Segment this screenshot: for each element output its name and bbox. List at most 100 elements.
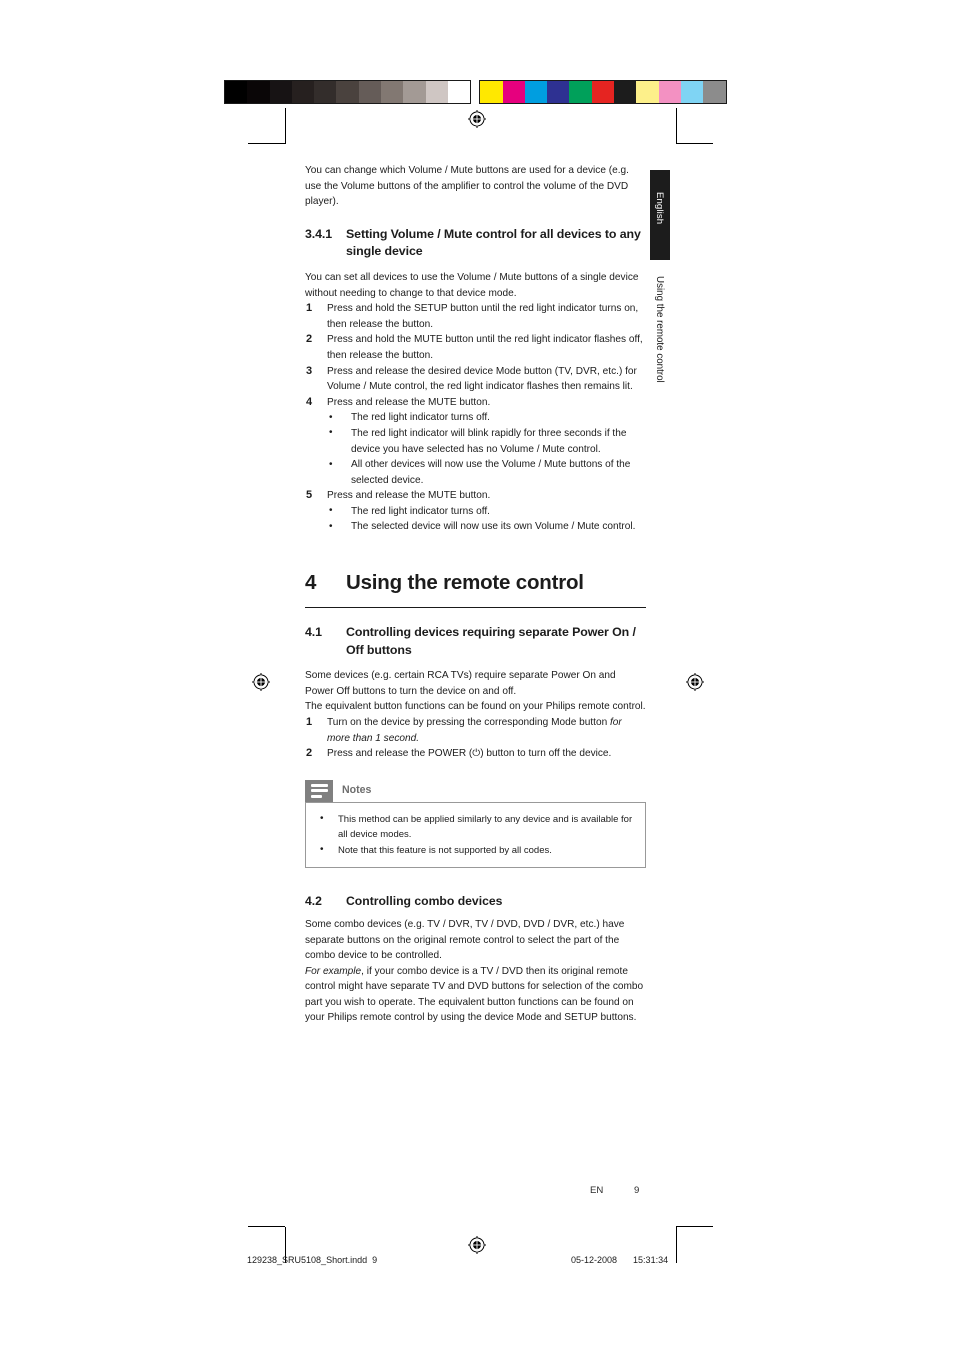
bullet-text: The red light indicator will blink rapid… bbox=[351, 427, 627, 455]
crop-mark-bottom-right-horizontal bbox=[676, 1226, 713, 1227]
chapter-4-heading: 4 Using the remote control bbox=[305, 570, 646, 595]
procedure-step-number: 3 bbox=[306, 364, 313, 377]
bullet-item: • The red light indicator turns off. bbox=[327, 504, 646, 520]
registration-mark-bottom bbox=[468, 1236, 486, 1254]
heading-4-2: 4.2 Controlling combo devices bbox=[305, 894, 646, 910]
procedure-step-number: 1 bbox=[306, 716, 313, 729]
color-swatch bbox=[524, 81, 548, 103]
heading-3-4-1-number: 3.4.1 bbox=[305, 226, 333, 241]
grayscale-bar bbox=[224, 80, 472, 104]
section-4-1-paragraph-1: Some devices (e.g. certain RCA TVs) requ… bbox=[305, 670, 616, 697]
intro-paragraph: You can change which Volume / Mute butto… bbox=[305, 165, 629, 208]
chapter-rule bbox=[305, 607, 646, 609]
registration-mark-right bbox=[686, 673, 704, 691]
section-4-1-paragraph-2: The equivalent button functions can be f… bbox=[305, 701, 646, 713]
procedure-step-text: Press and release the MUTE button. bbox=[327, 396, 491, 408]
color-swatch bbox=[480, 81, 503, 103]
procedure-step-text: Press and hold the SETUP button until th… bbox=[327, 303, 639, 330]
color-swatch bbox=[703, 81, 726, 103]
bullet-text: The red light indicator turns off. bbox=[351, 412, 490, 424]
color-swatch bbox=[680, 81, 704, 103]
grayscale-swatch bbox=[225, 81, 248, 103]
chapter-4-title: Using the remote control bbox=[346, 571, 584, 595]
bullet-item: • All other devices will now use the Volu… bbox=[327, 457, 646, 488]
heading-4-2-number: 4.2 bbox=[305, 894, 322, 909]
notes-list: • This method can be applied similarly to… bbox=[310, 812, 635, 859]
crop-mark-bottom-left-horizontal bbox=[248, 1226, 285, 1227]
color-swatch bbox=[569, 81, 592, 103]
procedure-step-number: 5 bbox=[306, 489, 313, 502]
notes-body: • This method can be applied similarly to… bbox=[305, 801, 646, 869]
procedure-step-text-lead: Turn on the device by pressing the corre… bbox=[327, 717, 610, 729]
notes-title: Notes bbox=[342, 784, 372, 797]
procedure-step-bullets: • The red light indicator turns off. • The … bbox=[327, 504, 646, 535]
bullet-item: • The selected device will now use its ow… bbox=[327, 519, 646, 535]
bullet-text: The selected device will now use its own… bbox=[351, 521, 636, 533]
procedure-step-number: 4 bbox=[306, 395, 313, 408]
crop-mark-bottom-right-vertical bbox=[676, 1227, 677, 1263]
registration-mark-left bbox=[252, 673, 270, 691]
grayscale-swatch bbox=[403, 81, 426, 103]
heading-4-1: 4.1 Controlling devices requiring separat… bbox=[305, 624, 646, 659]
heading-4-1-number: 4.1 bbox=[305, 625, 322, 640]
section-4-2-emphasis: For example bbox=[305, 965, 362, 977]
note-text: Note that this feature is not supported … bbox=[338, 844, 552, 856]
heading-3-4-1: 3.4.1 Setting Volume / Mute control for a… bbox=[305, 226, 646, 261]
section-side-caption: Using the remote control bbox=[650, 275, 670, 410]
bullet-dot-icon: • bbox=[329, 458, 333, 470]
bullet-dot-icon: • bbox=[329, 427, 333, 439]
procedure-step-text: Press and hold the MUTE button until the… bbox=[327, 334, 643, 361]
notes-lines-icon bbox=[305, 779, 333, 802]
procedure-step-number: 2 bbox=[306, 333, 313, 346]
bullet-item: • The red light indicator will blink rapi… bbox=[327, 426, 646, 457]
bullet-dot-icon: • bbox=[329, 505, 333, 517]
color-swatch bbox=[658, 81, 681, 103]
page-footer-marker: EN bbox=[590, 1185, 604, 1196]
section-4-2-paragraph-1: Some combo devices (e.g. TV / DVR, TV / … bbox=[305, 918, 625, 962]
bullet-dot-icon: • bbox=[320, 813, 324, 825]
bullet-text: All other devices will now use the Volum… bbox=[351, 459, 631, 486]
grayscale-swatch bbox=[447, 81, 471, 103]
section-3-4-1-steps: 1 Press and hold the SETUP button until t… bbox=[305, 301, 646, 535]
section-3-4-1-intro: You can set all devices to use the Volum… bbox=[305, 271, 639, 299]
chapter-4-number: 4 bbox=[305, 571, 317, 595]
procedure-step-text: Press and release the desired device Mod… bbox=[327, 365, 637, 393]
crop-mark-top-left-vertical bbox=[285, 108, 286, 144]
section-side-caption-label: Using the remote control bbox=[654, 276, 665, 383]
procedure-step: 1 Turn on the device by pressing the corr… bbox=[305, 715, 646, 746]
bullet-dot-icon: • bbox=[329, 411, 333, 423]
procedure-step: 2 Press and release the POWER (⏻) button … bbox=[305, 746, 646, 762]
print-slug-right: 05-12-2008 15:31:34 bbox=[571, 1255, 668, 1265]
section-4-2-paragraph-2: For example, if your combo device is a T… bbox=[305, 964, 646, 1026]
procedure-step: 5 Press and release the MUTE button. • The … bbox=[305, 488, 646, 535]
procedure-step-number: 2 bbox=[306, 747, 313, 760]
color-swatch bbox=[547, 81, 570, 103]
procedure-step-number: 1 bbox=[306, 302, 313, 315]
notes-box: Notes • This method can be applied simila… bbox=[305, 779, 646, 869]
grayscale-swatch bbox=[336, 81, 359, 103]
page-footer: EN 9 bbox=[590, 1185, 639, 1196]
grayscale-swatch bbox=[269, 81, 292, 103]
grayscale-swatch bbox=[381, 81, 404, 103]
color-bar bbox=[479, 80, 727, 104]
crop-mark-top-right-vertical bbox=[676, 108, 677, 144]
color-calibration-bars bbox=[224, 80, 727, 104]
print-slug-time: 15:31:34 bbox=[633, 1255, 669, 1265]
bullet-item: • The red light indicator turns off. bbox=[327, 410, 646, 426]
crop-mark-top-left-horizontal bbox=[248, 143, 285, 144]
bullet-dot-icon: • bbox=[329, 520, 333, 532]
color-swatch bbox=[591, 81, 615, 103]
grayscale-swatch bbox=[314, 81, 337, 103]
print-slug-page: 9 bbox=[372, 1255, 378, 1265]
language-tab: English bbox=[650, 170, 670, 260]
registration-mark-top bbox=[468, 110, 486, 128]
heading-4-2-title: Controlling combo devices bbox=[346, 894, 503, 909]
heading-4-1-title: Controlling devices requiring separate P… bbox=[346, 625, 636, 657]
grayscale-swatch bbox=[358, 81, 382, 103]
print-slug-date: 05-12-2008 bbox=[571, 1255, 618, 1265]
grayscale-swatch bbox=[425, 81, 448, 103]
note-text: This method can be applied similarly to … bbox=[338, 813, 633, 841]
color-swatch bbox=[636, 81, 659, 103]
color-swatch bbox=[614, 81, 637, 103]
procedure-step: 1 Press and hold the SETUP button until t… bbox=[305, 301, 646, 332]
